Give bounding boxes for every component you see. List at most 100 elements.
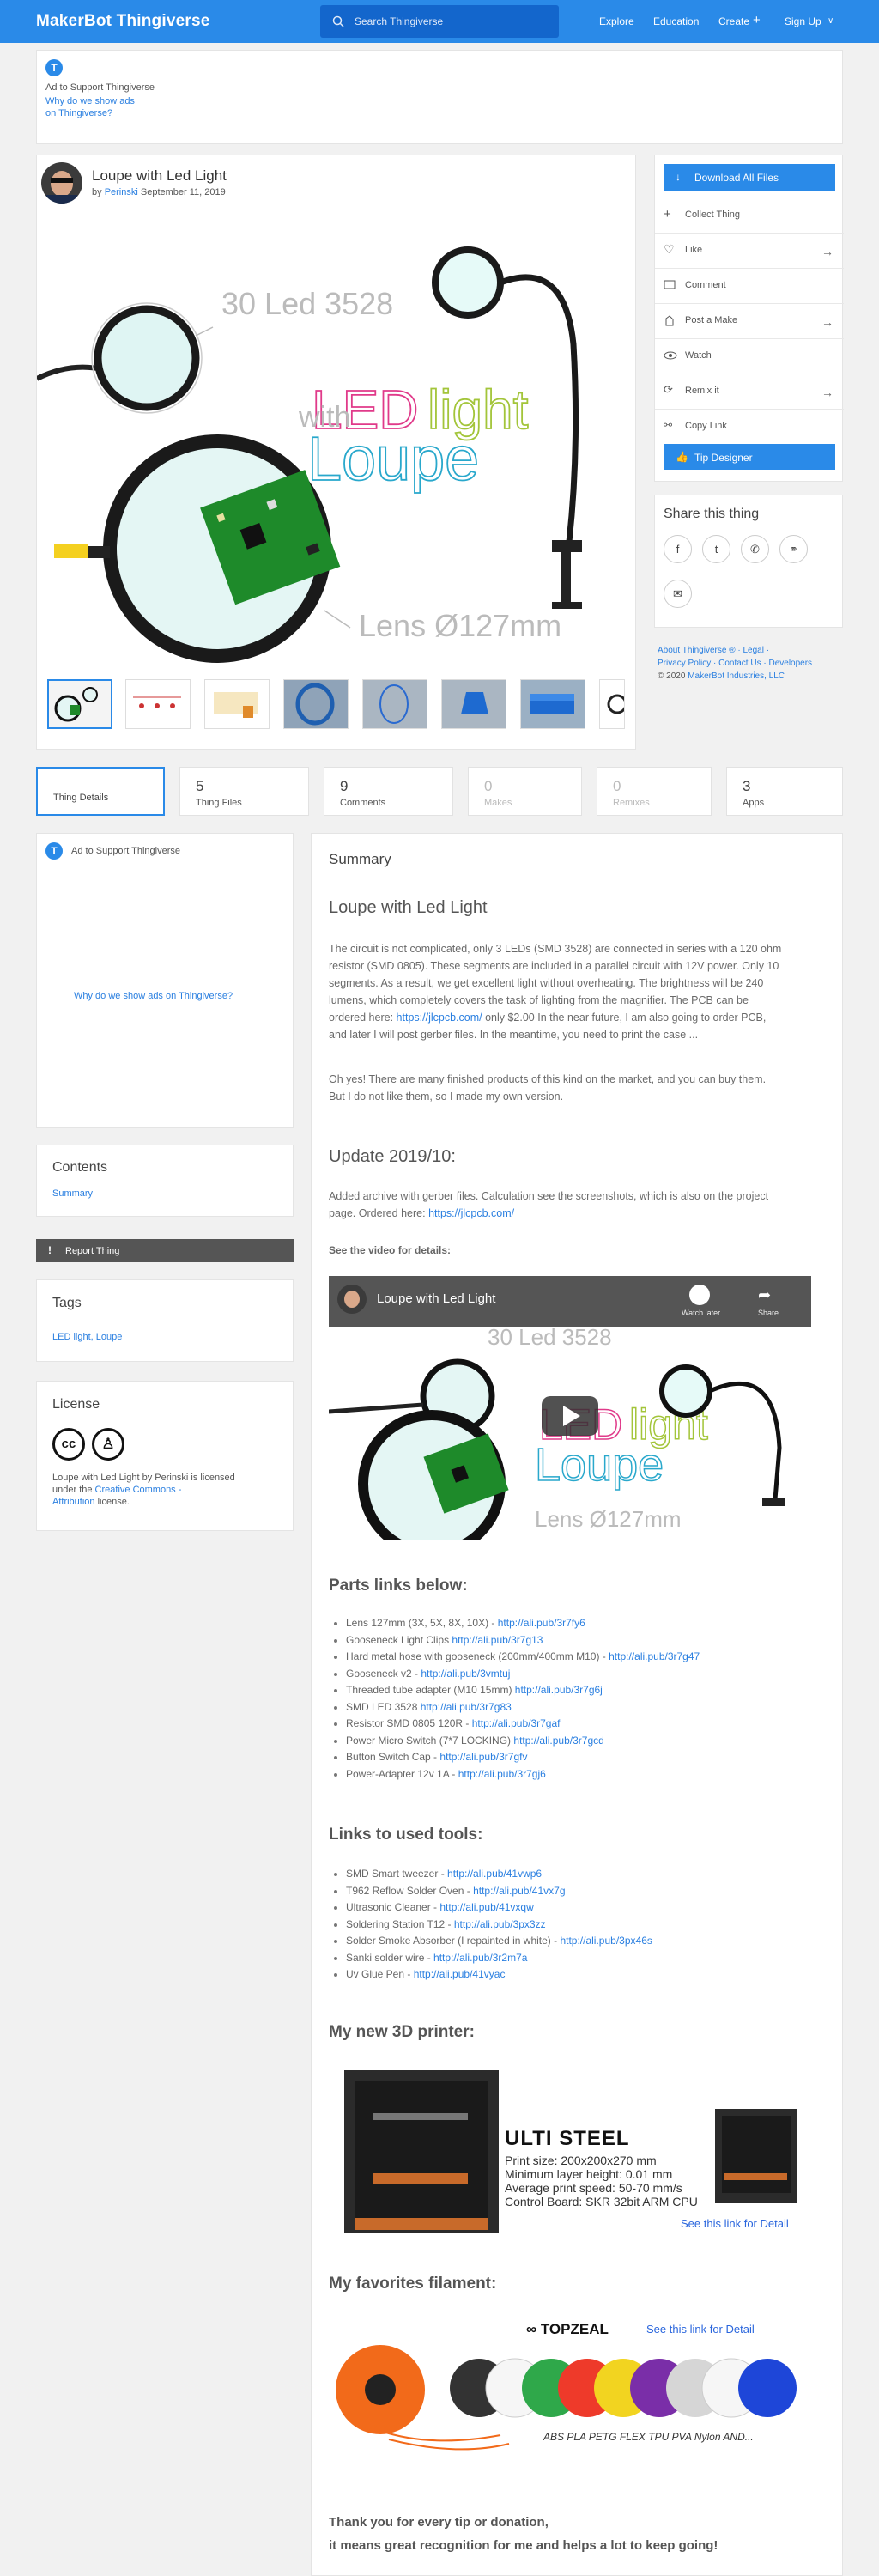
facebook-icon[interactable]: f xyxy=(664,535,692,563)
post-make-action[interactable]: Post a Make → xyxy=(655,304,844,339)
nav-explore[interactable]: Explore xyxy=(599,15,634,27)
like-action[interactable]: ♡ Like → xyxy=(655,234,844,269)
tool-link[interactable]: http://ali.pub/41vyac xyxy=(414,1968,506,1980)
link-icon[interactable]: ⚭ xyxy=(779,535,808,563)
tab-count: 0 xyxy=(484,778,493,794)
twitter-icon[interactable]: t xyxy=(702,535,730,563)
tab-thing-details[interactable]: Thing Details xyxy=(36,767,165,816)
video-title[interactable]: Loupe with Led Light xyxy=(377,1291,495,1306)
thumbnail-8[interactable] xyxy=(599,679,627,729)
report-thing-button[interactable]: ! Report Thing xyxy=(36,1239,294,1262)
copy-link-label: Copy Link xyxy=(685,421,727,431)
tab-comments[interactable]: 9 Comments xyxy=(324,767,453,816)
jlcpcb-link[interactable]: https://jlcpcb.com/ xyxy=(428,1207,514,1219)
thumbnail-4[interactable] xyxy=(283,679,349,729)
download-all-files-button[interactable]: ↓ Download All Files xyxy=(664,164,835,191)
video-lens-text: Lens Ø127mm xyxy=(535,1506,682,1532)
text-line: lumens, which completely covers the task… xyxy=(329,994,749,1006)
creative-commons-link[interactable]: Creative Commons - xyxy=(95,1485,182,1495)
author-link[interactable]: Perinski xyxy=(105,187,138,197)
tab-label: Thing Details xyxy=(53,793,109,803)
collect-thing-action[interactable]: + Collect Thing xyxy=(655,198,844,234)
link-icon: ⚯ xyxy=(664,419,673,431)
list-item: Sanki solder wire - http://ali.pub/3r2m7… xyxy=(334,1950,652,1967)
tip-label: Tip Designer xyxy=(694,452,753,464)
main-thing-image[interactable]: 30 Led 3528 LED with light Loupe Lens Ø1… xyxy=(37,207,635,671)
thumbnail-2[interactable] xyxy=(125,679,191,729)
part-link[interactable]: http://ali.pub/3r7gfv xyxy=(440,1751,527,1763)
comment-action[interactable]: Comment xyxy=(655,269,844,304)
attribution-link[interactable]: Attribution xyxy=(52,1497,95,1507)
youtube-video[interactable]: 30 Led 3528 LED light Loupe Lens Ø127mm … xyxy=(329,1276,811,1540)
printer-spec: Minimum layer height: 0.01 mm xyxy=(505,2167,673,2181)
tool-link[interactable]: http://ali.pub/41vxqw xyxy=(440,1901,533,1913)
warning-icon: ! xyxy=(48,1244,52,1256)
tool-link[interactable]: http://ali.pub/3px3zz xyxy=(454,1918,546,1930)
thingiverse-logo[interactable]: MakerBot Thingiverse xyxy=(36,12,210,31)
whatsapp-icon[interactable]: ✆ xyxy=(741,535,769,563)
thumbnail-1[interactable] xyxy=(47,679,112,729)
email-icon[interactable]: ✉ xyxy=(664,580,692,608)
printer-detail-link[interactable]: See this link for Detail xyxy=(681,2217,789,2230)
makerbot-link[interactable]: MakerBot Industries, LLC xyxy=(688,671,785,681)
thumbnail-5[interactable] xyxy=(362,679,427,729)
avatar[interactable] xyxy=(41,162,82,204)
part-link[interactable]: http://ali.pub/3r7fy6 xyxy=(498,1617,585,1629)
why-ads-link[interactable]: Why do we show ads xyxy=(45,96,135,106)
tool-link[interactable]: http://ali.pub/3px46s xyxy=(560,1935,652,1947)
thumbnail-3[interactable] xyxy=(204,679,270,729)
part-link[interactable]: http://ali.pub/3r7g6j xyxy=(515,1684,603,1696)
list-item: Gooseneck Light Clips http://ali.pub/3r7… xyxy=(333,1632,700,1649)
nav-create[interactable]: Create xyxy=(718,15,749,27)
tags-list[interactable]: LED light, Loupe xyxy=(52,1332,122,1342)
part-link[interactable]: http://ali.pub/3r7gj6 xyxy=(458,1768,546,1780)
watch-action[interactable]: Watch xyxy=(655,339,844,374)
part-link[interactable]: http://ali.pub/3vmtuj xyxy=(421,1668,510,1680)
part-link[interactable]: http://ali.pub/3r7g83 xyxy=(421,1701,512,1713)
share-arrow-icon[interactable]: ➦ xyxy=(758,1286,771,1304)
nav-sign-up[interactable]: Sign Up xyxy=(785,15,821,27)
tool-link[interactable]: http://ali.pub/3r2m7a xyxy=(433,1952,527,1964)
printer-banner[interactable]: ULTI STEEL Print size: 200x200x270 mm Mi… xyxy=(329,2062,818,2242)
part-link[interactable]: http://ali.pub/3r7g13 xyxy=(452,1634,543,1646)
video-label: See the video for details: xyxy=(329,1244,452,1256)
jlcpcb-link[interactable]: https://jlcpcb.com/ xyxy=(397,1012,482,1024)
search-input[interactable]: Search Thingiverse xyxy=(320,5,559,38)
list-item: Soldering Station T12 - http://ali.pub/3… xyxy=(334,1917,652,1934)
tip-designer-button[interactable]: 👍 Tip Designer xyxy=(664,444,835,470)
thumbnail-6[interactable] xyxy=(441,679,506,729)
tab-apps[interactable]: 3 Apps xyxy=(726,767,843,816)
channel-avatar[interactable] xyxy=(337,1285,367,1314)
tab-count: 9 xyxy=(340,778,349,794)
copy-link-action[interactable]: ⚯ Copy Link xyxy=(655,410,844,445)
why-ads-link-2[interactable]: on Thingiverse? xyxy=(45,108,112,118)
part-link[interactable]: http://ali.pub/3r7gcd xyxy=(513,1735,603,1747)
printer-spec: Control Board: SKR 32bit ARM CPU xyxy=(505,2195,698,2208)
tab-makes[interactable]: 0 Makes xyxy=(468,767,582,816)
contents-summary-link[interactable]: Summary xyxy=(52,1188,93,1199)
part-link[interactable]: http://ali.pub/3r7gaf xyxy=(472,1717,561,1729)
thing-actions-panel: ↓ Download All Files + Collect Thing ♡ Lik… xyxy=(654,155,844,482)
filament-banner[interactable]: ∞ TOPZEAL See this link for Detail ABS P… xyxy=(329,2319,818,2452)
clock-icon[interactable] xyxy=(689,1285,710,1305)
footer-links-1[interactable]: About Thingiverse ® · Legal · xyxy=(658,646,769,655)
tab-remixes[interactable]: 0 Remixes xyxy=(597,767,712,816)
search-placeholder: Search Thingiverse xyxy=(355,15,444,27)
top-ad-banner: T Ad to Support Thingiverse Why do we sh… xyxy=(36,50,843,144)
remix-icon: ⟳ xyxy=(664,383,673,396)
list-item: Hard metal hose with gooseneck (200mm/40… xyxy=(333,1649,700,1666)
contents-title: Contents xyxy=(52,1160,108,1175)
footer-links-2[interactable]: Privacy Policy · Contact Us · Developers xyxy=(658,659,812,668)
filament-detail-link[interactable]: See this link for Detail xyxy=(646,2323,755,2336)
tool-link[interactable]: http://ali.pub/41vwp6 xyxy=(447,1868,542,1880)
nav-education[interactable]: Education xyxy=(653,15,699,27)
post-make-label: Post a Make xyxy=(685,315,738,325)
plus-icon: + xyxy=(664,207,671,222)
remix-action[interactable]: ⟳ Remix it → xyxy=(655,374,844,410)
why-ads-link[interactable]: Why do we show ads on Thingiverse? xyxy=(74,991,233,1001)
part-link[interactable]: http://ali.pub/3r7g47 xyxy=(609,1650,700,1662)
tab-thing-files[interactable]: 5 Thing Files xyxy=(179,767,309,816)
tool-link[interactable]: http://ali.pub/41vx7g xyxy=(473,1885,565,1897)
list-item: Solder Smoke Absorber (I repainted in wh… xyxy=(334,1933,652,1950)
thumbnail-7[interactable] xyxy=(520,679,585,729)
